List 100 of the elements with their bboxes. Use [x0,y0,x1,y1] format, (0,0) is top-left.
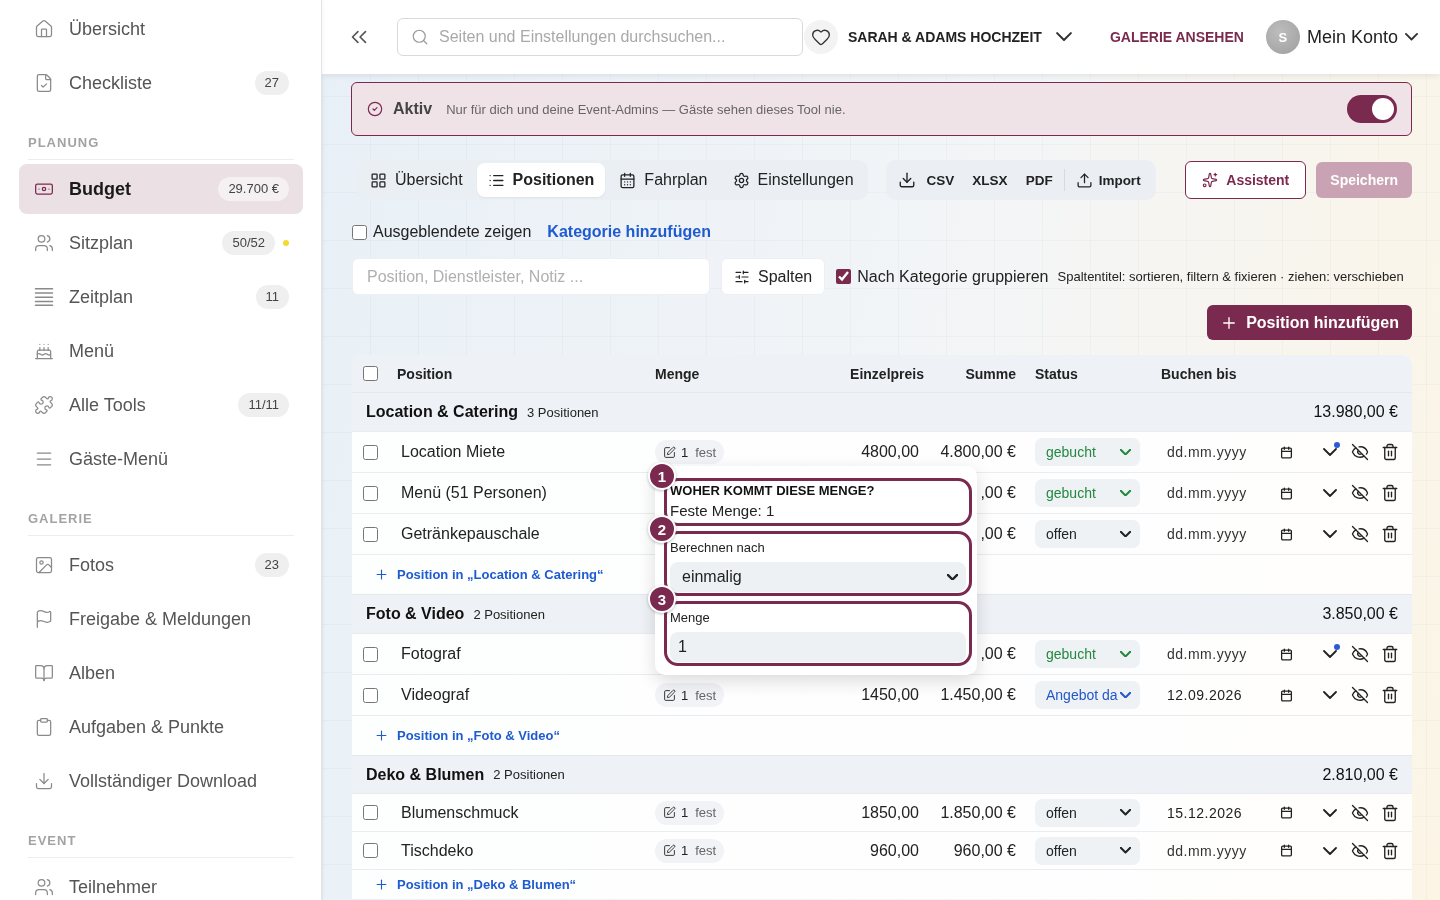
quantity-chip[interactable]: 1 fest [655,800,725,825]
column-header[interactable]: Menge [655,365,700,382]
date-field[interactable]: dd.mm.yyyy [1167,640,1293,668]
plus-icon [374,877,389,892]
quantity-chip[interactable]: 1 fest [655,440,725,464]
row-checkbox[interactable] [363,805,378,820]
date-field[interactable]: dd.mm.yyyy [1167,479,1293,507]
sidebar-item[interactable]: Freigabe & Meldungen [19,594,303,644]
row-total: 960,00 € [953,841,1016,860]
column-header[interactable]: Summe [965,365,1016,382]
unit-price: 960,00 [870,841,919,860]
toggle-switch[interactable] [1347,95,1397,123]
tab[interactable]: Fahrplan [608,163,719,197]
status-select[interactable]: gebucht [1035,640,1140,668]
sidebar-item[interactable]: Sitzplan 50/52 [19,218,303,268]
item-count: 2 Positionen [493,767,565,782]
chevron-down-icon [1120,691,1131,699]
date-field[interactable]: dd.mm.yyyy [1167,520,1293,548]
sidebar-item[interactable]: Gäste-Menü [19,434,303,484]
status-select[interactable]: gebucht [1035,438,1140,466]
quantity-input[interactable]: 1 [670,632,966,662]
tab[interactable]: Übersicht [359,163,474,197]
category-name: Location & Catering [366,403,518,421]
plus-icon [374,567,389,582]
tab[interactable]: Einstellungen [721,163,865,197]
checkbox-label: Nach Kategorie gruppieren [857,267,1049,286]
row-checkbox[interactable] [363,687,378,703]
export-button[interactable]: CSV [917,164,964,196]
column-header[interactable]: Einzelpreis [850,365,924,382]
eye-off-icon [1351,525,1369,543]
sidebar-item[interactable]: Alle Tools 11/11 [19,380,303,430]
column-header[interactable]: Status [1035,365,1078,382]
column-header[interactable]: Buchen bis [1161,365,1237,382]
group-by-checkbox[interactable] [836,269,852,284]
position-name: Videograf [401,686,470,704]
status-select[interactable]: offen [1035,836,1140,865]
gallery-link[interactable]: GALERIE ANSEHEN [1109,29,1244,45]
image-icon [34,555,54,575]
column-header[interactable]: Position [397,365,453,382]
lines-icon [34,288,54,306]
chevron-down-icon [1405,33,1418,41]
item-count: 3 Positionen [527,404,599,420]
calculation-select[interactable]: einmalig [670,562,966,592]
eye-off-icon [1351,443,1369,461]
sidebar-item[interactable]: Fotos 23 [19,540,303,590]
flag-icon [34,609,54,629]
cake-icon [34,341,54,361]
position-name: Tischdeko [401,841,474,860]
status-select[interactable]: offen [1035,798,1140,827]
date-field[interactable]: 12.09.2026 [1167,681,1293,709]
add-position-button[interactable]: Position hinzufügen [1207,305,1412,340]
download-icon [897,171,916,189]
check-circle-icon [367,101,383,117]
add-position-link[interactable]: Position in „Location & Catering“ [374,567,604,582]
add-position-link[interactable]: Position in „Deko & Blumen“ [374,877,577,892]
event-selector[interactable]: SARAH & ADAMS HOCHZEIT [803,20,1072,54]
sidebar-item[interactable]: Teilnehmer [19,862,303,900]
sidebar-item[interactable]: Checkliste 27 [19,58,303,108]
show-hidden-checkbox[interactable] [352,224,367,240]
quantity-chip[interactable]: 1 fest [655,683,725,707]
sidebar-item[interactable]: Budget 29.700 € [19,164,303,214]
add-position-link[interactable]: Position in „Foto & Video“ [374,728,560,743]
account-menu[interactable]: S Mein Konto [1265,20,1418,54]
search-field[interactable]: Seiten und Einstellungen durchsuchen... [397,18,803,56]
tab[interactable]: Positionen [476,163,606,197]
checkbox-label: Ausgeblendete zeigen [373,223,532,241]
count-badge: 50/52 [222,231,275,255]
status-select[interactable]: offen [1035,520,1140,548]
calendar-icon [619,171,637,189]
sidebar-item[interactable]: Menü [19,326,303,376]
date-field[interactable]: 15.12.2026 [1167,798,1293,827]
assistant-button[interactable]: Assistent [1185,161,1307,199]
sidebar-item[interactable]: Zeitplan 11 [19,272,303,322]
status-select[interactable]: Angebot da [1035,681,1140,709]
row-checkbox[interactable] [363,526,378,542]
row-checkbox[interactable] [363,444,378,460]
count-badge: 27 [254,71,289,95]
quantity-chip[interactable]: 1 fest [655,838,725,863]
date-field[interactable]: dd.mm.yyyy [1167,836,1293,865]
row-checkbox[interactable] [363,485,378,501]
row-checkbox[interactable] [363,646,378,662]
calendar-icon [1280,844,1293,857]
status-select[interactable]: gebucht [1035,479,1140,507]
add-category-link[interactable]: Kategorie hinzufügen [547,223,711,241]
import-button[interactable]: Import [1066,164,1150,196]
select-all-checkbox[interactable] [363,366,378,381]
trash-icon [1381,443,1399,461]
export-button[interactable]: PDF [1016,164,1062,196]
sidebar-item[interactable]: Aufgaben & Punkte [19,702,303,752]
export-button[interactable]: XLSX [963,164,1017,196]
field-label: Berechnen nach [670,540,766,556]
columns-button[interactable]: Spalten [721,258,826,295]
sidebar-item[interactable]: Alben [19,648,303,698]
filter-search-field[interactable]: Position, Dienstleister, Notiz ... [352,258,710,295]
category-name: Foto & Video [366,605,465,623]
trash-icon [1381,645,1399,663]
row-checkbox[interactable] [363,843,378,858]
date-field[interactable]: dd.mm.yyyy [1167,438,1293,466]
sidebar-item[interactable]: Übersicht [19,4,303,54]
sidebar-item[interactable]: Vollständiger Download [19,756,303,806]
